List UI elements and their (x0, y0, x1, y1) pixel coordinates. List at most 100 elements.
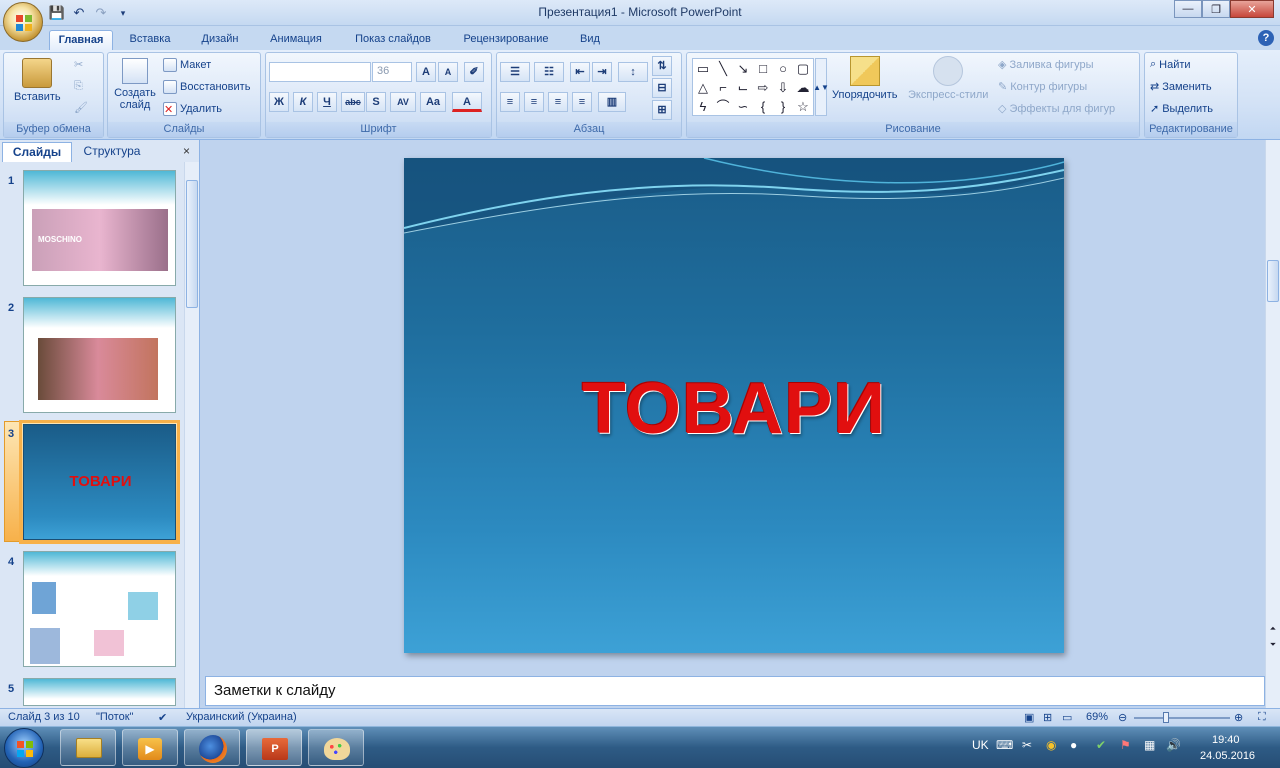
tray-tool-icon[interactable]: ✂ (1022, 738, 1032, 752)
columns-icon[interactable]: ▥ (598, 92, 626, 112)
shapes-gallery[interactable]: ▭ ╲ ↘ □ ○ ▢ △ ⌐ ⌙ ⇨ ⇩ ☁ ϟ ⌒ ∽{} ☆ (692, 58, 814, 116)
arc-shape-icon[interactable]: ⌒ (713, 97, 733, 116)
zoom-level[interactable]: 69% (1086, 711, 1108, 723)
close-pane-icon[interactable]: × (183, 144, 195, 158)
scroll-thumb[interactable] (186, 180, 198, 308)
align-left-icon[interactable]: ≡ (500, 92, 520, 112)
layout-button[interactable]: Макет (163, 58, 211, 72)
right-arrow-shape-icon[interactable]: ⇨ (753, 78, 773, 97)
tray-security-icon[interactable]: ● (1070, 738, 1077, 752)
curve-shape-icon[interactable]: ∽ (733, 97, 753, 116)
format-painter-icon[interactable]: 🖌 (74, 101, 88, 114)
lightning-shape-icon[interactable]: ϟ (693, 97, 713, 116)
notes-field[interactable]: Заметки к слайду (205, 676, 1265, 706)
zoom-out-icon[interactable]: ⊖ (1118, 711, 1127, 724)
tab-slides[interactable]: Слайды (2, 142, 72, 162)
left-brace-icon[interactable]: { (753, 97, 773, 116)
language-indicator[interactable]: Украинский (Украина) (186, 711, 297, 723)
zoom-slider[interactable] (1134, 717, 1230, 719)
delete-slide-button[interactable]: ✕ Удалить (163, 102, 222, 116)
numbering-icon[interactable]: ☷ (534, 62, 564, 82)
shapes-scroll[interactable]: ▲▼ (813, 58, 829, 116)
clock-time[interactable]: 19:40 (1212, 734, 1240, 746)
shape-effects-button[interactable]: ◇ Эффекты для фигур (998, 102, 1115, 116)
triangle-shape-icon[interactable]: △ (693, 78, 713, 97)
underline-button[interactable]: Ч (317, 92, 337, 112)
strikethrough-button[interactable]: abc (341, 92, 365, 112)
slide-thumbnail-1[interactable]: MOSCHINO (23, 170, 176, 286)
slide-thumbnail-3[interactable]: ТОВАРИ (19, 420, 180, 544)
bullets-icon[interactable]: ☰ (500, 62, 530, 82)
align-text-icon[interactable]: ⊟ (652, 78, 672, 98)
help-icon[interactable]: ? (1258, 30, 1274, 46)
scroll-thumb[interactable] (1267, 260, 1279, 302)
minimize-button[interactable]: — (1174, 0, 1202, 18)
bold-button[interactable]: Ж (269, 92, 289, 112)
close-button[interactable]: ✕ (1230, 0, 1274, 18)
text-direction-icon[interactable]: ⇅ (652, 56, 672, 76)
tray-app-icon[interactable]: ◉ (1046, 738, 1056, 752)
taskbar-explorer[interactable] (60, 729, 116, 766)
align-center-icon[interactable]: ≡ (524, 92, 544, 112)
prev-slide-icon[interactable]: ⏶ (1267, 624, 1279, 634)
replace-button[interactable]: ⇄ Заменить (1150, 80, 1212, 94)
keyboard-layout[interactable]: UK (972, 738, 989, 752)
down-arrow-shape-icon[interactable]: ⇩ (773, 78, 793, 97)
paste-button[interactable]: Вставить (14, 58, 61, 103)
quick-styles-button[interactable]: Экспресс-стили (908, 56, 988, 101)
tray-flag-icon[interactable]: ⚑ (1120, 738, 1131, 752)
taskbar-media-player[interactable]: ▶ (122, 729, 178, 766)
spellcheck-icon[interactable]: ✔ (158, 711, 167, 724)
zoom-in-icon[interactable]: ⊕ (1234, 711, 1243, 724)
char-spacing-icon[interactable]: AV (390, 92, 416, 112)
arrow-shape-icon[interactable]: ↘ (733, 59, 753, 78)
clear-format-icon[interactable]: ✐ (464, 62, 484, 82)
slide-title[interactable]: ТОВАРИ (404, 368, 1064, 450)
grow-font-icon[interactable]: A (416, 62, 436, 82)
copy-icon[interactable]: ⎘ (74, 80, 83, 93)
slide-sorter-icon[interactable]: ⊞ (1043, 711, 1052, 724)
find-button[interactable]: ⌕ Найти (1150, 58, 1191, 71)
start-button[interactable] (4, 728, 44, 768)
elbow-connector-icon[interactable]: ⌐ (713, 78, 733, 97)
taskbar-powerpoint[interactable]: P (246, 729, 302, 766)
increase-indent-icon[interactable]: ⇥ (592, 62, 612, 82)
rounded-rect-shape-icon[interactable]: ▢ (793, 59, 813, 78)
shrink-font-icon[interactable]: A (438, 62, 458, 82)
callout-shape-icon[interactable]: ☁ (793, 78, 813, 97)
slides-pane-scrollbar[interactable] (184, 162, 199, 708)
volume-icon[interactable]: 🔊 (1166, 738, 1181, 752)
normal-view-icon[interactable]: ▣ (1024, 711, 1034, 724)
change-case-icon[interactable]: Aa (420, 92, 446, 112)
slide-thumbnail-5[interactable] (23, 678, 176, 706)
rectangle-shape-icon[interactable]: □ (753, 59, 773, 78)
shadow-button[interactable]: S (366, 92, 386, 112)
decrease-indent-icon[interactable]: ⇤ (570, 62, 590, 82)
justify-icon[interactable]: ≡ (572, 92, 592, 112)
tab-view[interactable]: Вид (572, 30, 608, 50)
tab-insert[interactable]: Вставка (120, 30, 180, 50)
slide-thumbnail-2[interactable] (23, 297, 176, 413)
font-color-icon[interactable]: A (452, 92, 482, 112)
font-size-field[interactable]: 36 (372, 62, 412, 82)
restore-button[interactable]: ❐ (1202, 0, 1230, 18)
elbow-arrow-icon[interactable]: ⌙ (733, 78, 753, 97)
star-shape-icon[interactable]: ☆ (793, 97, 813, 116)
line-spacing-icon[interactable]: ↕ (618, 62, 648, 82)
tab-slideshow[interactable]: Показ слайдов (345, 30, 441, 50)
tab-review[interactable]: Рецензирование (452, 30, 560, 50)
main-scrollbar[interactable]: ⏶ ⏷ (1265, 140, 1280, 708)
network-icon[interactable]: ▦ (1144, 738, 1155, 752)
select-button[interactable]: ➚ Выделить (1150, 102, 1213, 116)
new-slide-button[interactable]: Создать слайд (112, 58, 158, 111)
taskbar-paint[interactable] (308, 729, 364, 766)
keyboard-icon[interactable]: ⌨ (996, 738, 1013, 752)
taskbar-firefox[interactable] (184, 729, 240, 766)
slide-canvas[interactable]: ТОВАРИ (404, 158, 1064, 653)
fit-to-window-icon[interactable]: ⛶ (1258, 711, 1266, 724)
clock-date[interactable]: 24.05.2016 (1200, 750, 1255, 762)
arrange-button[interactable]: Упорядочить (832, 56, 897, 101)
reset-button[interactable]: Восстановить (163, 80, 250, 94)
shape-outline-button[interactable]: ✎ Контур фигуры (998, 80, 1087, 94)
tab-design[interactable]: Дизайн (192, 30, 248, 50)
